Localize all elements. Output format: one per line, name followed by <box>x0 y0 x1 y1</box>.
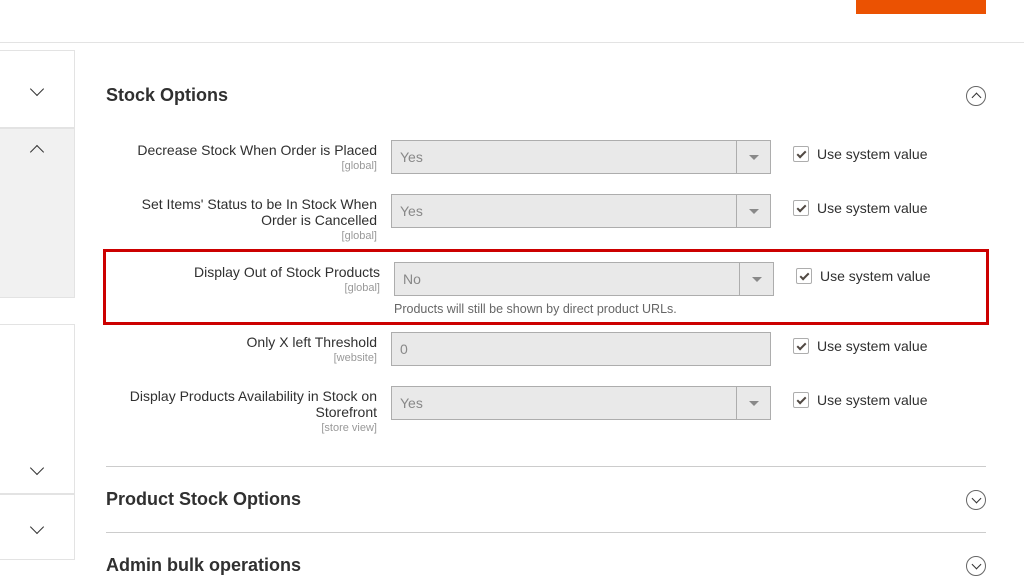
section-title: Admin bulk operations <box>106 555 966 576</box>
checkbox-checked-icon <box>796 268 812 284</box>
section-stock-options-header[interactable]: Stock Options <box>106 81 986 130</box>
use-system-value-availability[interactable]: Use system value <box>793 386 927 408</box>
chevron-up-icon <box>30 145 44 159</box>
section-title: Product Stock Options <box>106 489 966 510</box>
caret-down-icon <box>739 263 773 295</box>
label: Display Products Availability in Stock o… <box>130 388 377 420</box>
instock-cancel-select: Yes <box>391 194 771 228</box>
section-title: Stock Options <box>106 85 966 106</box>
use-system-value-oos[interactable]: Use system value <box>796 262 930 284</box>
checkbox-checked-icon <box>793 146 809 162</box>
decrease-stock-select: Yes <box>391 140 771 174</box>
checkbox-checked-icon <box>793 392 809 408</box>
chevron-down-icon <box>30 461 44 475</box>
row-availability: Display Products Availability in Stock o… <box>106 376 986 444</box>
collapse-icon <box>966 86 986 106</box>
label: Decrease Stock When Order is Placed <box>137 142 377 158</box>
select-value: Yes <box>400 395 423 411</box>
label: Only X left Threshold <box>247 334 377 350</box>
caret-down-icon <box>736 141 770 173</box>
row-display-oos: Display Out of Stock Products [global] N… <box>103 249 989 325</box>
subnav-collapsed-2[interactable] <box>0 324 75 494</box>
row-only-x: Only X left Threshold [website] Use syst… <box>106 322 986 376</box>
label: Display Out of Stock Products <box>194 264 380 280</box>
sys-label: Use system value <box>817 392 927 408</box>
display-oos-select: No <box>394 262 774 296</box>
subnav-collapsed-3[interactable] <box>0 494 75 560</box>
caret-down-icon <box>736 195 770 227</box>
expand-icon <box>966 556 986 576</box>
subnav-collapsed-1[interactable] <box>0 50 75 128</box>
expand-icon <box>966 490 986 510</box>
row-decrease-stock: Decrease Stock When Order is Placed [glo… <box>106 130 986 184</box>
caret-down-icon <box>736 387 770 419</box>
use-system-value-onlyx[interactable]: Use system value <box>793 332 927 354</box>
only-x-input <box>391 332 771 366</box>
chevron-down-icon <box>30 82 44 96</box>
help-text: Products will still be shown by direct p… <box>394 302 774 316</box>
sys-label: Use system value <box>817 146 927 162</box>
left-subnav <box>0 50 75 560</box>
select-value: Yes <box>400 149 423 165</box>
sys-label: Use system value <box>817 200 927 216</box>
availability-select: Yes <box>391 386 771 420</box>
section-product-stock-options-header[interactable]: Product Stock Options <box>106 467 986 533</box>
scope: [website] <box>106 352 377 364</box>
checkbox-checked-icon <box>793 200 809 216</box>
use-system-value-decrease[interactable]: Use system value <box>793 140 927 162</box>
checkbox-checked-icon <box>793 338 809 354</box>
section-stock-options-body: Decrease Stock When Order is Placed [glo… <box>106 130 986 444</box>
row-instock-cancel: Set Items' Status to be In Stock When Or… <box>106 184 986 252</box>
select-value: No <box>403 271 421 287</box>
subnav-expanded[interactable] <box>0 128 75 298</box>
scope: [store view] <box>106 422 377 434</box>
chevron-down-icon <box>30 520 44 534</box>
scope: [global] <box>106 160 377 172</box>
scope: [global] <box>106 230 377 242</box>
section-admin-bulk-header[interactable]: Admin bulk operations <box>106 533 986 576</box>
select-value: Yes <box>400 203 423 219</box>
use-system-value-instock[interactable]: Use system value <box>793 194 927 216</box>
sys-label: Use system value <box>820 268 930 284</box>
label: Set Items' Status to be In Stock When Or… <box>142 196 377 228</box>
scope: [global] <box>109 282 380 294</box>
save-config-button[interactable] <box>856 0 986 14</box>
sys-label: Use system value <box>817 338 927 354</box>
